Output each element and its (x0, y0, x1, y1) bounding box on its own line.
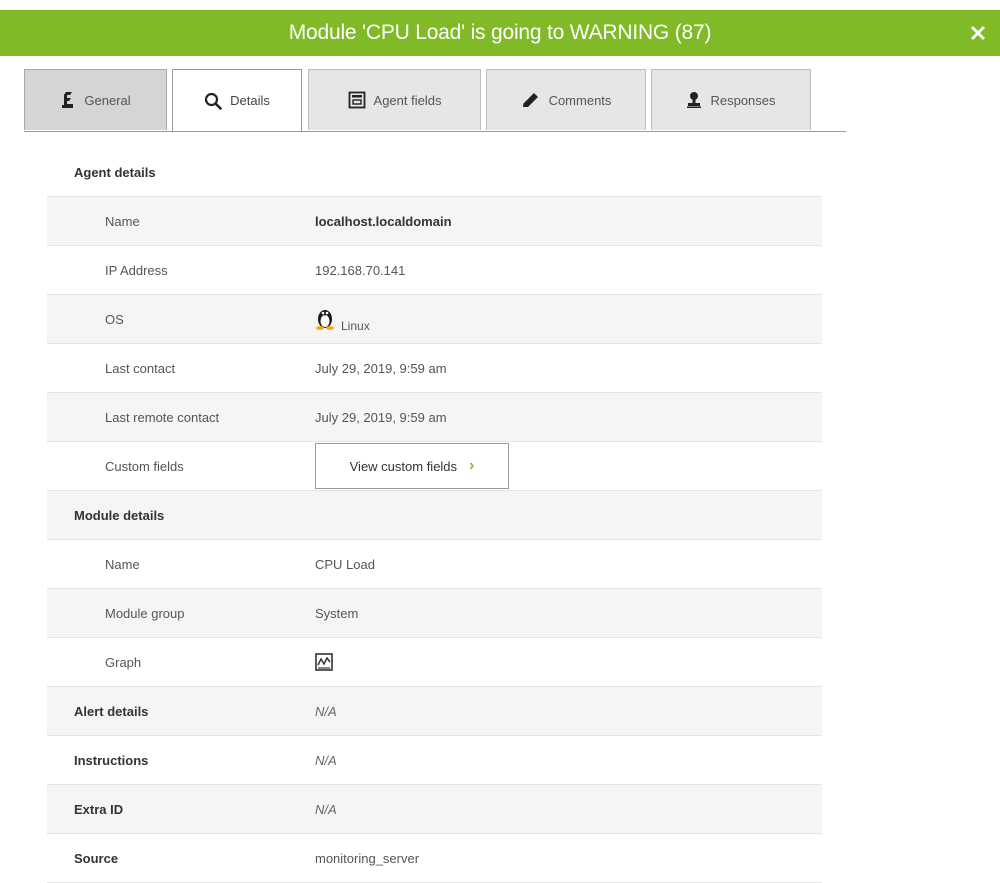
section-title: Agent details (47, 148, 315, 197)
tab-agent-fields[interactable]: Agent fields (308, 69, 481, 130)
alert-details-value: N/A (315, 686, 822, 736)
source-value: monitoring_server (315, 833, 822, 883)
source-row: Source monitoring_server (47, 833, 822, 883)
close-icon[interactable] (968, 23, 988, 43)
row-label: Module group (47, 588, 315, 638)
extra-id-value: N/A (315, 784, 822, 834)
os-label-text: Linux (341, 318, 370, 333)
section-title: Instructions (47, 735, 315, 785)
row-label: Name (47, 539, 315, 589)
tab-label: Comments (548, 92, 612, 108)
section-title: Extra ID (47, 784, 315, 834)
tab-label: Details (230, 93, 270, 108)
pandora-logo-icon (60, 91, 76, 109)
tab-comments[interactable]: Comments (486, 69, 646, 130)
agent-name-value: localhost.localdomain (315, 196, 822, 246)
table-row: IP Address 192.168.70.141 (47, 245, 822, 295)
form-icon (348, 91, 366, 109)
module-details-header: Module details (47, 490, 822, 540)
row-label: Last remote contact (47, 392, 315, 442)
window-title: Module 'CPU Load' is going to WARNING (8… (288, 21, 712, 44)
table-row: Name CPU Load (47, 539, 822, 589)
section-title: Module details (47, 490, 315, 540)
title-bar: Module 'CPU Load' is going to WARNING (8… (0, 10, 1000, 56)
view-custom-fields-button[interactable]: View custom fields › (315, 443, 509, 489)
tab-label: Responses (710, 92, 776, 108)
graph-icon[interactable] (315, 653, 822, 671)
search-icon (204, 92, 222, 110)
last-remote-contact-value: July 29, 2019, 9:59 am (315, 392, 822, 442)
row-label: Custom fields (47, 441, 315, 491)
tab-details[interactable]: Details (172, 69, 302, 131)
row-label: Last contact (47, 343, 315, 393)
tab-label: Agent fields (373, 92, 442, 108)
table-row: Custom fields View custom fields › (47, 441, 822, 491)
os-value: Linux (315, 294, 822, 344)
table-row: Graph (47, 637, 822, 687)
row-label: Name (47, 196, 315, 246)
tab-responses[interactable]: Responses (651, 69, 811, 130)
tab-bar: General Details Agent fields Comments Re… (24, 69, 846, 132)
chevron-right-icon: › (469, 457, 475, 474)
extra-id-row: Extra ID N/A (47, 784, 822, 834)
module-name-value: CPU Load (315, 539, 822, 589)
agent-details-header: Agent details (47, 148, 822, 197)
ip-address-value: 192.168.70.141 (315, 245, 822, 295)
tab-label: General (84, 92, 131, 108)
table-row: OS Linux (47, 294, 822, 344)
row-label: OS (47, 294, 315, 344)
table-row: Module group System (47, 588, 822, 638)
table-row: Last remote contact July 29, 2019, 9:59 … (47, 392, 822, 442)
instructions-row: Instructions N/A (47, 735, 822, 785)
section-title: Source (47, 833, 315, 883)
linux-tux-icon (315, 306, 341, 330)
row-label: Graph (47, 637, 315, 687)
last-contact-value: July 29, 2019, 9:59 am (315, 343, 822, 393)
table-row: Name localhost.localdomain (47, 196, 822, 246)
tab-general[interactable]: General (24, 69, 167, 130)
alert-details-row: Alert details N/A (47, 686, 822, 736)
section-title: Alert details (47, 686, 315, 736)
button-label: View custom fields (349, 458, 458, 474)
module-group-value: System (315, 588, 822, 638)
details-table: Agent details Name localhost.localdomain… (47, 148, 822, 883)
table-row: Last contact July 29, 2019, 9:59 am (47, 343, 822, 393)
instructions-value: N/A (315, 735, 822, 785)
pencil-icon (521, 91, 541, 109)
row-label: IP Address (47, 245, 315, 295)
stamp-icon (686, 91, 702, 109)
